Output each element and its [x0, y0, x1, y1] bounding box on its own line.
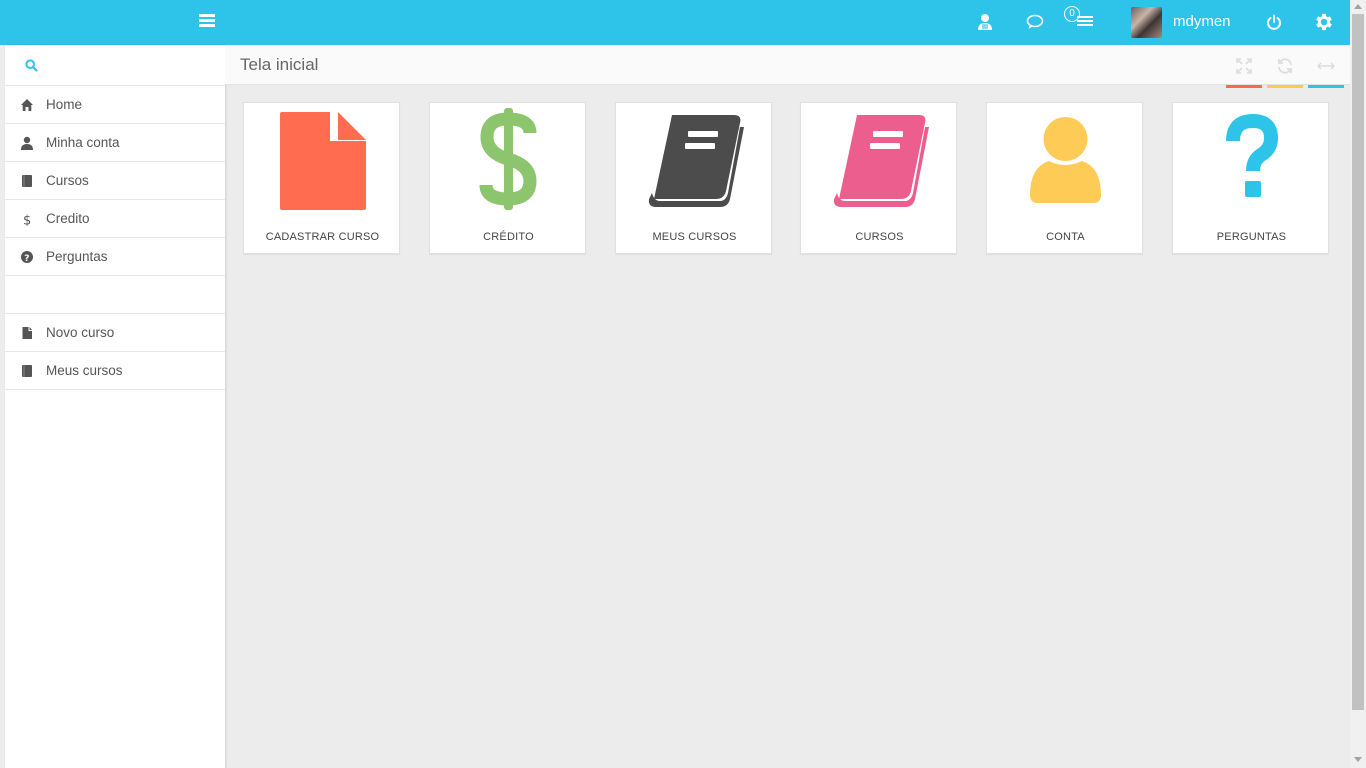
- sidebar-item-meus-cursos[interactable]: Meus cursos: [5, 352, 225, 390]
- tile-perguntas[interactable]: PERGUNTAS: [1172, 102, 1329, 254]
- expand-button[interactable]: [1226, 57, 1262, 88]
- tile-label: CRÉDITO: [483, 231, 534, 243]
- tile-cursos[interactable]: CURSOS: [800, 102, 957, 254]
- chat-icon[interactable]: [1026, 14, 1044, 35]
- gear-icon[interactable]: [1313, 11, 1335, 38]
- tile-credito[interactable]: CRÉDITO: [429, 102, 586, 254]
- scroll-up-arrow-icon[interactable]: [1354, 4, 1362, 9]
- book-icon: [648, 115, 744, 207]
- sidebar-item-home[interactable]: Home: [5, 86, 225, 124]
- svg-text:?: ?: [24, 254, 29, 264]
- users-icon[interactable]: [977, 13, 993, 36]
- tile-cadastrar-curso[interactable]: CADASTRAR CURSO: [243, 102, 400, 254]
- sidebar-item-label: Home: [46, 97, 83, 112]
- tile-label: CADASTRAR CURSO: [265, 231, 380, 243]
- tile-label: CONTA: [1046, 231, 1085, 243]
- vertical-scrollbar[interactable]: [1350, 0, 1366, 768]
- notification-badge: 0: [1064, 6, 1080, 22]
- tile-label: MEUS CURSOS: [652, 231, 737, 243]
- sidebar: Home Minha conta Cursos $ Credito ? Perg…: [5, 45, 225, 768]
- refresh-icon: [1278, 58, 1292, 74]
- tile-label: CURSOS: [855, 231, 904, 243]
- sidebar-item-label: Perguntas: [46, 249, 108, 264]
- question-circle-icon: ?: [20, 250, 34, 264]
- expand-icon: [1236, 58, 1252, 74]
- content-header: Tela inicial: [225, 45, 1350, 88]
- sidebar-divider: [5, 276, 225, 314]
- file-icon: [280, 112, 366, 210]
- sidebar-item-label: Novo curso: [46, 325, 115, 340]
- svg-text:$: $: [23, 214, 31, 227]
- tile-label: PERGUNTAS: [1216, 231, 1287, 243]
- width-color-bar: [1308, 85, 1344, 88]
- sidebar-item-novo-curso[interactable]: Novo curso: [5, 314, 225, 352]
- refresh-button[interactable]: [1267, 57, 1303, 88]
- user-icon: [1030, 117, 1101, 203]
- sidebar-item-credito[interactable]: $ Credito: [5, 200, 225, 238]
- page-title: Tela inicial: [240, 55, 319, 74]
- dollar-icon: [479, 108, 537, 210]
- tile-meus-cursos[interactable]: MEUS CURSOS: [615, 102, 772, 254]
- book-icon: [20, 364, 34, 378]
- menu-toggle-icon[interactable]: [196, 12, 218, 32]
- username[interactable]: mdymen: [1173, 13, 1231, 30]
- arrows-horizontal-icon: [1317, 62, 1335, 70]
- sidebar-item-label: Meus cursos: [46, 363, 123, 378]
- dollar-icon: $: [20, 212, 34, 229]
- toggle-width-button[interactable]: [1308, 57, 1344, 88]
- search-icon[interactable]: [25, 59, 38, 77]
- tile-conta[interactable]: CONTA: [986, 102, 1143, 254]
- power-icon[interactable]: [1266, 14, 1282, 36]
- sidebar-item-label: Minha conta: [46, 135, 120, 150]
- sidebar-item-label: Cursos: [46, 173, 89, 188]
- expand-color-bar: [1226, 85, 1262, 88]
- book-icon: [20, 174, 34, 188]
- scroll-thumb[interactable]: [1352, 14, 1364, 710]
- sidebar-item-label: Credito: [46, 211, 90, 226]
- sidebar-item-perguntas[interactable]: ? Perguntas: [5, 238, 225, 276]
- home-icon: [20, 98, 34, 112]
- refresh-color-bar: [1267, 85, 1303, 88]
- scroll-down-arrow-icon[interactable]: [1354, 757, 1362, 762]
- sidebar-item-cursos[interactable]: Cursos: [5, 162, 225, 200]
- file-icon: [20, 326, 34, 340]
- avatar[interactable]: [1131, 7, 1162, 38]
- user-icon: [20, 136, 34, 150]
- book-icon: [833, 115, 929, 207]
- sidebar-search: [5, 45, 225, 86]
- search-input[interactable]: [45, 53, 215, 77]
- question-icon: [1226, 113, 1279, 197]
- top-navbar: 0 mdymen: [0, 0, 1350, 45]
- sidebar-item-minha-conta[interactable]: Minha conta: [5, 124, 225, 162]
